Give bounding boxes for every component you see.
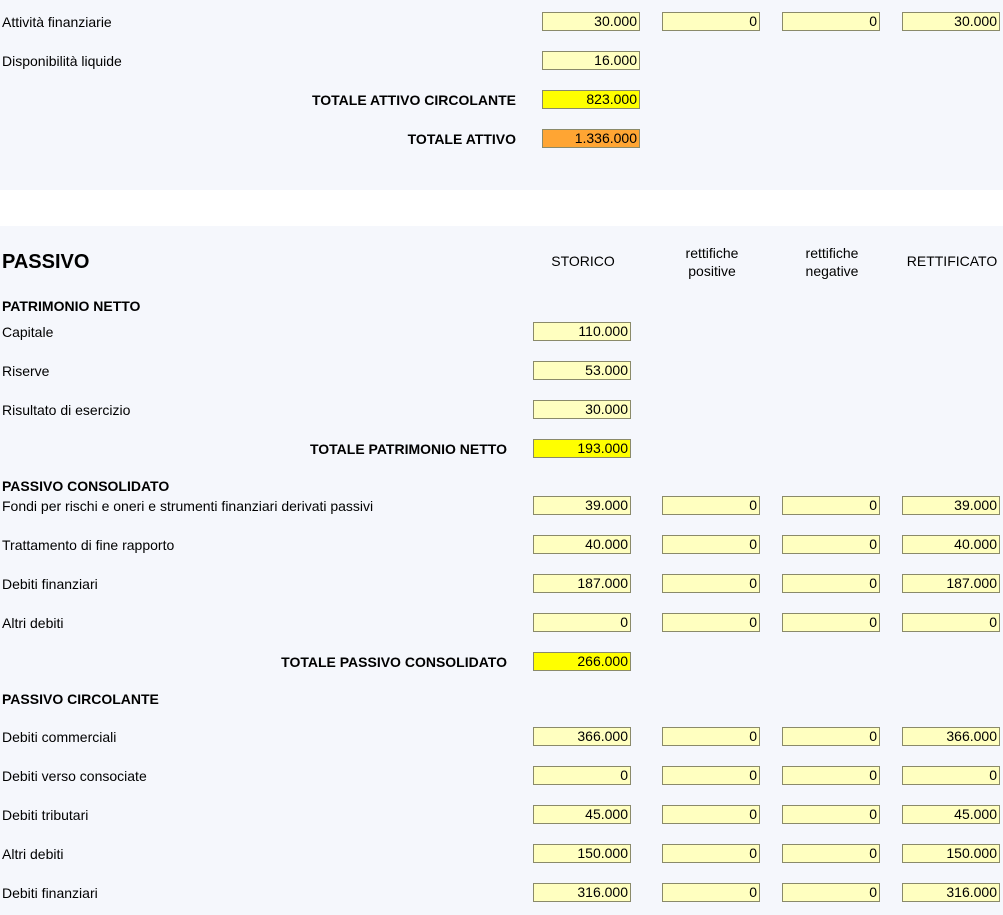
row-label-disponibilita-liquide: Disponibilità liquide: [2, 53, 122, 69]
section-passivo-circolante: PASSIVO CIRCOLANTE: [2, 691, 159, 707]
column-header-rettifiche-negative: rettifiche negative: [805, 245, 859, 279]
row-label-altri-debiti-consolidato: Altri debiti: [2, 615, 64, 631]
cell-fondi-rischi-rett-neg[interactable]: 0: [782, 496, 880, 515]
cell-debiti-tributari-storico[interactable]: 45.000: [533, 805, 631, 824]
cell-attivita-finanziarie-storico[interactable]: 30.000: [542, 12, 640, 31]
cell-debiti-finanziari-circolante-rett-neg[interactable]: 0: [782, 883, 880, 902]
cell-debiti-tributari-rett-pos[interactable]: 0: [662, 805, 760, 824]
cell-attivita-finanziarie-rettificato[interactable]: 30.000: [902, 12, 1000, 31]
total-passivo-consolidato-label: TOTALE PASSIVO CONSOLIDATO: [281, 654, 507, 670]
total-passivo-consolidato-value[interactable]: 266.000: [533, 652, 631, 671]
cell-debiti-commerciali-rettificato[interactable]: 366.000: [902, 727, 1000, 746]
cell-debiti-commerciali-rett-neg[interactable]: 0: [782, 727, 880, 746]
cell-altri-debiti-circolante-rett-neg[interactable]: 0: [782, 844, 880, 863]
row-label-fondi-rischi: Fondi per rischi e oneri e strumenti fin…: [2, 498, 374, 514]
section-patrimonio-netto: PATRIMONIO NETTO: [2, 298, 141, 314]
row-label-debiti-finanziari-circolante: Debiti finanziari: [2, 885, 98, 901]
cell-debiti-commerciali-rett-pos[interactable]: 0: [662, 727, 760, 746]
column-header-rettificato: RETTIFICATO: [906, 253, 998, 269]
row-label-risultato-esercizio: Risultato di esercizio: [2, 402, 131, 418]
total-patrimonio-netto-label: TOTALE PATRIMONIO NETTO: [309, 441, 507, 457]
cell-debiti-consociate-rett-pos[interactable]: 0: [662, 766, 760, 785]
cell-debiti-commerciali-storico[interactable]: 366.000: [533, 727, 631, 746]
row-label-tfr: Trattamento di fine rapporto: [2, 537, 175, 553]
cell-debiti-consociate-storico[interactable]: 0: [533, 766, 631, 785]
cell-attivita-finanziarie-rett-pos[interactable]: 0: [662, 12, 760, 31]
cell-altri-debiti-circolante-storico[interactable]: 150.000: [533, 844, 631, 863]
cell-capitale-storico[interactable]: 110.000: [533, 322, 631, 341]
cell-tfr-rettificato[interactable]: 40.000: [902, 535, 1000, 554]
row-label-debiti-finanziari-consolidato: Debiti finanziari: [2, 576, 98, 592]
cell-debiti-finanziari-circolante-storico[interactable]: 316.000: [533, 883, 631, 902]
column-header-storico: STORICO: [551, 253, 615, 269]
cell-fondi-rischi-rettificato[interactable]: 39.000: [902, 496, 1000, 515]
row-label-riserve: Riserve: [2, 363, 50, 379]
row-label-capitale: Capitale: [2, 324, 54, 340]
cell-altri-debiti-consolidato-storico[interactable]: 0: [533, 613, 631, 632]
cell-altri-debiti-consolidato-rett-neg[interactable]: 0: [782, 613, 880, 632]
total-attivo-label: TOTALE ATTIVO: [407, 131, 516, 147]
row-label-debiti-tributari: Debiti tributari: [2, 807, 89, 823]
passivo-title: PASSIVO: [2, 251, 90, 273]
total-attivo-value[interactable]: 1.336.000: [542, 129, 640, 148]
cell-debiti-finanziari-consolidato-storico[interactable]: 187.000: [533, 574, 631, 593]
row-label-altri-debiti-circolante: Altri debiti: [2, 846, 64, 862]
cell-debiti-tributari-rett-neg[interactable]: 0: [782, 805, 880, 824]
cell-debiti-finanziari-circolante-rettificato[interactable]: 316.000: [902, 883, 1000, 902]
cell-altri-debiti-consolidato-rettificato[interactable]: 0: [902, 613, 1000, 632]
cell-debiti-finanziari-circolante-rett-pos[interactable]: 0: [662, 883, 760, 902]
cell-debiti-consociate-rettificato[interactable]: 0: [902, 766, 1000, 785]
cell-debiti-consociate-rett-neg[interactable]: 0: [782, 766, 880, 785]
cell-altri-debiti-circolante-rettificato[interactable]: 150.000: [902, 844, 1000, 863]
cell-tfr-rett-pos[interactable]: 0: [662, 535, 760, 554]
total-attivo-circolante-value[interactable]: 823.000: [542, 90, 640, 109]
cell-tfr-storico[interactable]: 40.000: [533, 535, 631, 554]
cell-disponibilita-liquide-storico[interactable]: 16.000: [542, 51, 640, 70]
cell-fondi-rischi-rett-pos[interactable]: 0: [662, 496, 760, 515]
cell-altri-debiti-circolante-rett-pos[interactable]: 0: [662, 844, 760, 863]
section-passivo-consolidato: PASSIVO CONSOLIDATO: [2, 478, 170, 494]
total-attivo-circolante-label: TOTALE ATTIVO CIRCOLANTE: [311, 92, 516, 108]
cell-debiti-finanziari-consolidato-rett-neg[interactable]: 0: [782, 574, 880, 593]
cell-debiti-tributari-rettificato[interactable]: 45.000: [902, 805, 1000, 824]
cell-debiti-finanziari-consolidato-rett-pos[interactable]: 0: [662, 574, 760, 593]
cell-tfr-rett-neg[interactable]: 0: [782, 535, 880, 554]
cell-riserve-storico[interactable]: 53.000: [533, 361, 631, 380]
cell-attivita-finanziarie-rett-neg[interactable]: 0: [782, 12, 880, 31]
column-header-rettifiche-positive: rettifiche positive: [685, 245, 739, 279]
cell-risultato-esercizio-storico[interactable]: 30.000: [533, 400, 631, 419]
cell-debiti-finanziari-consolidato-rettificato[interactable]: 187.000: [902, 574, 1000, 593]
cell-fondi-rischi-storico[interactable]: 39.000: [533, 496, 631, 515]
cell-altri-debiti-consolidato-rett-pos[interactable]: 0: [662, 613, 760, 632]
row-label-debiti-consociate: Debiti verso consociate: [2, 768, 147, 784]
total-patrimonio-netto-value[interactable]: 193.000: [533, 439, 631, 458]
row-label-attivita-finanziarie: Attività finanziarie: [2, 14, 112, 30]
row-label-debiti-commerciali: Debiti commerciali: [2, 729, 117, 745]
